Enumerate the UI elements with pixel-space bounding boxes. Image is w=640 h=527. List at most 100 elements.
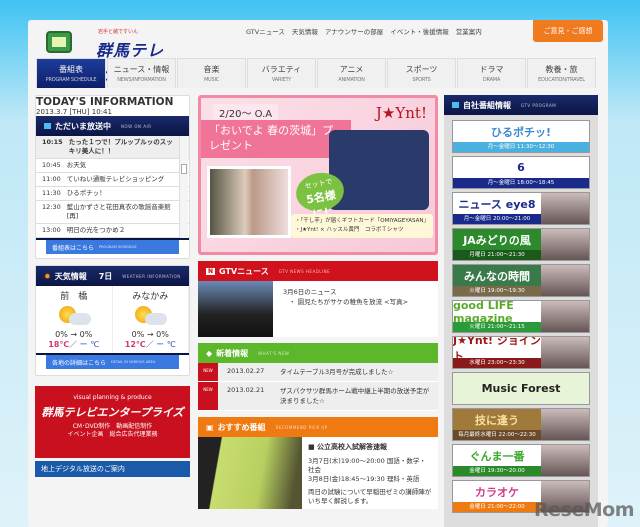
link-gtv-news[interactable]: GTVニュース bbox=[246, 26, 285, 36]
gunma-tv-logo[interactable]: 岩手と緒ですいん 群馬テレビ bbox=[38, 25, 178, 84]
onair-schedule[interactable]: 10:15 たった１つで！プルップルッのスッキリ美人に！！ 10:45 お天気 11… bbox=[36, 136, 189, 240]
banner-line: CM･DVD制作 動画配信制作 bbox=[72, 423, 153, 430]
program-time: 火曜日 21:00～21:15 bbox=[453, 322, 541, 332]
mascot-icon bbox=[46, 31, 72, 53]
tab-sub: VARIETY bbox=[271, 77, 292, 83]
title: ひるポチッ！ bbox=[66, 189, 106, 197]
schedule-scrollbar[interactable] bbox=[179, 136, 188, 238]
time: 11:30 bbox=[42, 189, 61, 197]
section-sub: WHAT'S NEW bbox=[258, 350, 290, 356]
program-time: 金曜日 21:00～22:00 bbox=[453, 502, 541, 512]
link-sales[interactable]: 営業案内 bbox=[456, 26, 482, 36]
program-logo: J★Ynt! ジョイント bbox=[453, 336, 541, 363]
program-banner[interactable]: J★Ynt! ジョイント 水曜日 23:00～23:30 bbox=[452, 336, 590, 369]
weather-header: ✹ 天気情報 7日 WEATHER INFORMATION bbox=[36, 266, 189, 286]
middle-column: 2/20～ O.A 「おいでよ 春の茨城」プレゼント J★Ynt! セットで 5名… bbox=[198, 95, 438, 509]
link-announcer[interactable]: アナウンサーの部屋 bbox=[325, 26, 383, 36]
tab-drama[interactable]: ドラマ DRAMA bbox=[457, 58, 526, 88]
recommend-line: 両日の試験について早稲田ゼミの講師陣がいち早く解説します。 bbox=[308, 488, 432, 505]
text[interactable]: タイムテーブル3月号が完成しました☆ bbox=[276, 363, 438, 381]
promo-date: 2/20～ O.A bbox=[213, 104, 279, 121]
program-banner[interactable]: 技に逢う 毎月最終水曜日 22:00～22:30 bbox=[452, 408, 590, 441]
schedule-row[interactable]: 11:00 ていねい通販テレビショッピング bbox=[36, 173, 189, 187]
schedule-row[interactable]: 12:30 藍山かずさと花田真衣の歌謡音楽館[再] bbox=[36, 201, 189, 224]
tab-program-schedule[interactable]: 番組表 PROGRAM SCHEDULE bbox=[36, 58, 106, 88]
scrollbar-thumb[interactable] bbox=[181, 164, 187, 174]
program-banner[interactable]: ニュース eye8 月～金曜日 20:00～21:00 bbox=[452, 192, 590, 225]
enterprise-banner[interactable]: visual planning & produce 群馬テレビエンタープライズ … bbox=[35, 386, 190, 458]
opinion-button[interactable]: ご意見・ご感想 bbox=[533, 20, 603, 42]
news-headline[interactable]: ・ 園児たちがサケの稚魚を放流 <写真> bbox=[283, 297, 408, 307]
schedule-row[interactable]: 11:30 ひるポチッ！ bbox=[36, 187, 189, 201]
program-banner[interactable]: JAみどりの風月曜日 21:00～21:30 bbox=[452, 228, 590, 261]
news-photo bbox=[198, 281, 273, 337]
program-banner[interactable]: ぐんま一番 金曜日 19:30～20:00 bbox=[452, 444, 590, 477]
note: ・J★Ynt! × ハッスル黄門 コラボＴシャツ bbox=[295, 227, 404, 233]
title: たった１つで！プルップルッのスッキリ美人に！！ bbox=[68, 138, 173, 155]
program-logo: good LIFE magazine bbox=[453, 300, 514, 325]
tab-label: 教養・旅 bbox=[545, 65, 578, 74]
program-logo: JAみどりの風 bbox=[463, 233, 531, 247]
text[interactable]: ザスパクサツ群馬ホーム戦中継上半期の放送予定が決まりました☆ bbox=[276, 382, 438, 410]
schedule-row[interactable]: 10:15 たった１つで！プルップルッのスッキリ美人に！！ bbox=[36, 136, 189, 159]
program-schedule-link[interactable]: 番組表はこちら PROGRAM SCHEDULE bbox=[46, 240, 179, 254]
time: 13:00 bbox=[42, 226, 61, 234]
recommend-photo bbox=[198, 437, 302, 509]
news-row[interactable]: NEW 2013.02.21 ザスパクサツ群馬ホーム戦中継上半期の放送予定が決まりま… bbox=[198, 382, 438, 411]
link-sub: PROGRAM SCHEDULE bbox=[99, 245, 137, 249]
link-weather[interactable]: 天気情報 bbox=[292, 26, 318, 36]
tv-icon bbox=[452, 102, 459, 108]
tab-variety[interactable]: バラエティ VARIETY bbox=[247, 58, 316, 88]
rain-chance: 0% → 0% bbox=[55, 330, 93, 339]
tab-sports[interactable]: スポーツ SPORTS bbox=[387, 58, 456, 88]
schedule-row[interactable]: 10:45 お天気 bbox=[36, 159, 189, 173]
tab-music[interactable]: 音楽 MUSIC bbox=[177, 58, 246, 88]
section-title: GTVニュース bbox=[219, 266, 269, 276]
diamond-icon: ◆ bbox=[206, 348, 213, 358]
program-time: 水曜日 23:00～23:30 bbox=[453, 358, 541, 368]
city-name: 前 橋 bbox=[60, 292, 88, 302]
tab-animation[interactable]: アニメ ANIMATION bbox=[317, 58, 386, 88]
news-row[interactable]: NEW 2013.02.27 タイムテーブル3月号が完成しました☆ bbox=[198, 363, 438, 382]
hosts-photo bbox=[207, 166, 291, 238]
link-label: 番組表はこちら bbox=[52, 244, 95, 252]
program-photo bbox=[541, 301, 589, 332]
tv-icon: ▣ bbox=[206, 422, 214, 432]
program-banner[interactable]: Music Forest bbox=[452, 372, 590, 405]
time: 11:00 bbox=[42, 175, 61, 183]
recommend-section: ▣ おすすめ番組 RECOMMEND PICK UP ■ 公立高校入試解答速報 3月7… bbox=[198, 417, 438, 509]
digital-broadcast-banner[interactable]: 地上デジタル放送のご案内 bbox=[35, 461, 190, 477]
section-sub: RECOMMEND PICK UP bbox=[275, 424, 328, 430]
weather-day: 7日 bbox=[98, 271, 113, 281]
link-events[interactable]: イベント・後援情報 bbox=[390, 26, 449, 36]
program-photo bbox=[541, 265, 589, 296]
recommend-item[interactable]: ■ 公立高校入試解答速報 3月7日(木)19:00～20:00 国語・数学・社会 3… bbox=[198, 437, 438, 509]
program-logo: カラオケ bbox=[475, 485, 519, 499]
onair-title: ただいま放送中 bbox=[55, 121, 111, 131]
title: 藍山かずさと花田真衣の歌謡音楽館[再] bbox=[66, 203, 171, 220]
program-banner[interactable]: 6 月～金曜日 18:00～18:45 bbox=[452, 156, 590, 189]
program-banner[interactable]: みんなの時間 火曜日 19:00～19:30 bbox=[452, 264, 590, 297]
program-time: 月曜日 21:00～21:30 bbox=[453, 250, 541, 260]
program-logo: Music Forest bbox=[481, 382, 561, 395]
news-item[interactable]: 3月6日のニュース・ 園児たちがサケの稚魚を放流 <写真> bbox=[198, 281, 438, 337]
weather-detail-link[interactable]: 各地の詳細はこちら DETAIL IN VARIOUS AREA bbox=[46, 355, 179, 369]
program-logo: ぐんま一番 bbox=[469, 449, 525, 463]
tab-news[interactable]: ニュース・情報 NEWS/INFORMATION bbox=[107, 58, 176, 88]
tab-sub: NEWS/INFORMATION bbox=[117, 77, 166, 83]
title: お天気 bbox=[66, 161, 87, 169]
news-header: N GTVニュース GTV NEWS HEADLINE bbox=[198, 261, 438, 281]
program-photo bbox=[541, 229, 589, 260]
right-column: 自社番組情報 GTV PROGRAM ひるポチッ! 月～金曜日 11:30～12:3… bbox=[444, 95, 598, 527]
program-banner[interactable]: good LIFE magazine 火曜日 21:00～21:15 bbox=[452, 300, 590, 333]
tab-label: スポーツ bbox=[405, 65, 438, 74]
program-banner[interactable]: ひるポチッ! 月～金曜日 11:30～12:30 bbox=[452, 120, 590, 153]
tab-education[interactable]: 教養・旅 EDUCATION/TRAVEL bbox=[527, 58, 596, 88]
joynt-present-banner[interactable]: 2/20～ O.A 「おいでよ 春の茨城」プレゼント J★Ynt! セットで 5名… bbox=[198, 95, 438, 255]
tab-sub: EDUCATION/TRAVEL bbox=[538, 77, 585, 83]
prize-notes: ・「干し芋」が届くギフトカード「OMIYAGEYASAN」 ・J★Ynt! × ハ… bbox=[291, 214, 433, 238]
weather-city: 前 橋 0% → 0% 18℃／ ー ℃ bbox=[36, 286, 113, 353]
schedule-row[interactable]: 13:00 明日の光をつかめ２ bbox=[36, 224, 189, 238]
program-logo: ひるポチッ! bbox=[490, 125, 552, 139]
today-date: 2013.3.7 [THU] 10:41 bbox=[36, 108, 112, 116]
